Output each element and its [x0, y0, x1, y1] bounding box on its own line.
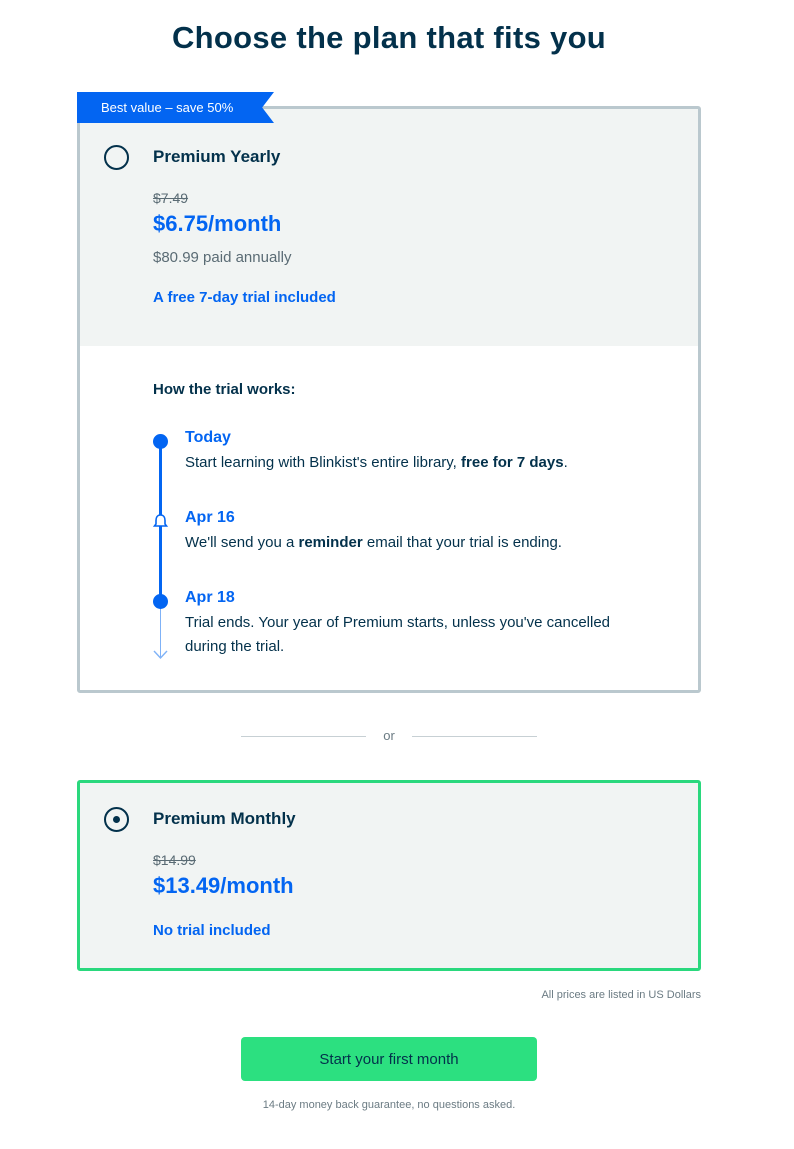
separator-line-left — [241, 736, 366, 737]
plan-name-yearly: Premium Yearly — [153, 147, 281, 166]
trial-info-yearly: A free 7-day trial included — [153, 289, 336, 306]
price-monthly: $13.49/month — [153, 873, 294, 898]
timeline-dot-trial-end — [153, 594, 168, 609]
separator-line-right — [412, 736, 537, 737]
timeline-text-reminder: We'll send you a reminder email that you… — [185, 534, 562, 551]
radio-selected-icon — [113, 816, 120, 823]
timeline-date-reminder: Apr 16 — [185, 509, 235, 526]
currency-note: All prices are listed in US Dollars — [541, 989, 701, 1001]
timeline-dot-today — [153, 434, 168, 449]
money-back-guarantee: 14-day money back guarantee, no question… — [262, 1099, 516, 1111]
page-title: Choose the plan that fits you — [171, 20, 607, 55]
radio-monthly[interactable] — [104, 807, 129, 832]
timeline-text-today: Start learning with Blinkist's entire li… — [185, 454, 568, 471]
price-yearly: $6.75/month — [153, 211, 282, 236]
timeline-date-trial-end: Apr 18 — [185, 589, 235, 606]
trial-info-monthly: No trial included — [153, 922, 271, 939]
separator-or: or — [383, 728, 395, 743]
arrow-down-icon — [153, 650, 168, 660]
radio-yearly[interactable] — [104, 145, 129, 170]
bell-icon — [152, 514, 169, 530]
timeline-text-trial-end: Trial ends. Your year of Premium starts,… — [185, 614, 611, 655]
old-price-monthly: $14.99 — [153, 852, 196, 868]
start-first-month-button[interactable]: Start your first month — [241, 1037, 537, 1081]
plan-name-monthly: Premium Monthly — [153, 809, 296, 828]
best-value-badge: Best value – save 50% — [77, 92, 274, 123]
trial-how-title: How the trial works: — [153, 381, 296, 398]
timeline-date-today: Today — [185, 429, 231, 446]
annual-price-yearly: $80.99 paid annually — [153, 249, 292, 266]
old-price-yearly: $7.49 — [153, 190, 189, 206]
